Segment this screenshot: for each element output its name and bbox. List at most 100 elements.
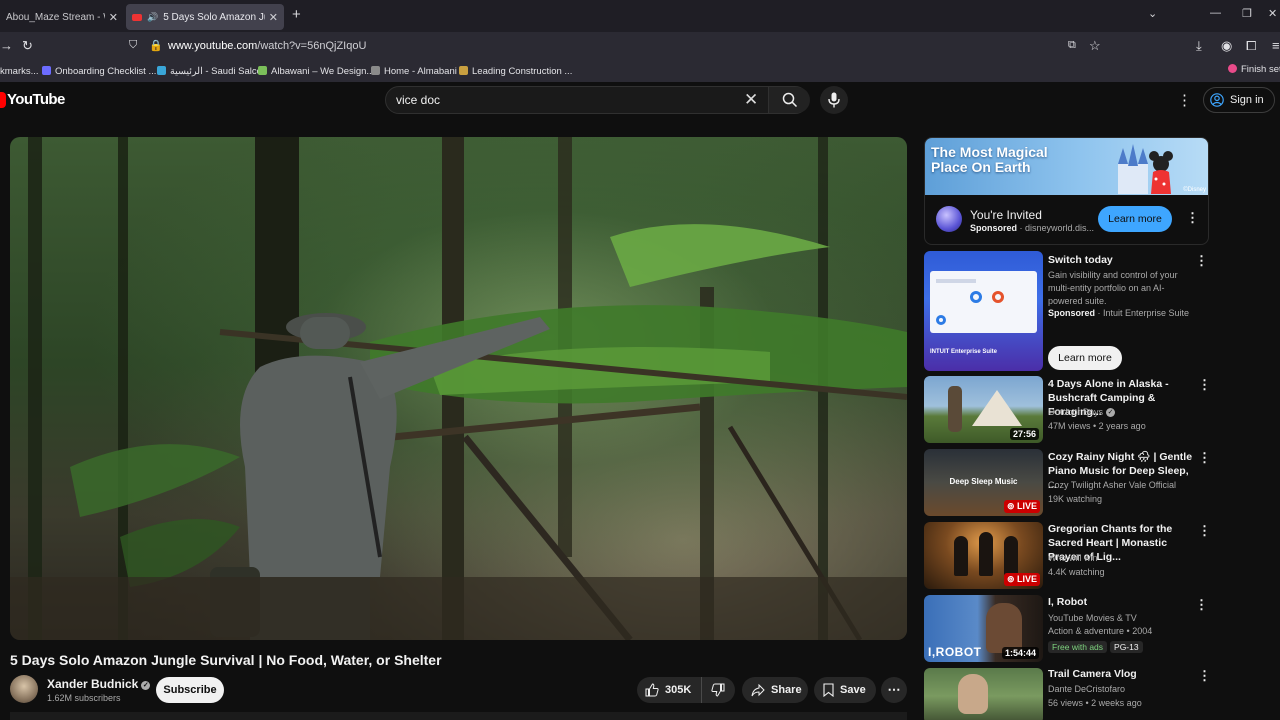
bookmark-item[interactable]: الرئيسية - Saudi Salco (157, 66, 262, 77)
extensions-icon[interactable]: ⧠ (1246, 38, 1256, 54)
video-more-icon[interactable]: ⋮ (1198, 523, 1211, 539)
minimize-icon[interactable]: — (1210, 7, 1221, 19)
picture-in-picture-icon[interactable]: ⧉ (1068, 39, 1076, 52)
close-tab-icon[interactable]: ✕ (269, 11, 278, 24)
channel-avatar[interactable] (10, 675, 38, 703)
subscribe-button[interactable]: Subscribe (156, 677, 224, 703)
channel-link[interactable]: YouTube Movies & TV (1048, 613, 1137, 623)
bookmark-favicon-icon (157, 66, 166, 75)
bookmarks-bar: kmarks... Onboarding Checklist ... الرئي… (0, 60, 1280, 82)
close-tab-icon[interactable]: ✕ (109, 11, 118, 24)
speaker-icon[interactable]: 🔊 (147, 12, 158, 23)
finish-setup-button[interactable]: Finish setu (1228, 64, 1280, 75)
more-actions-button[interactable]: ⋯ (881, 677, 907, 703)
shield-icon[interactable]: ⛉ (129, 39, 137, 52)
actor-face (986, 603, 1022, 653)
tab-abou-maze[interactable]: Abou_Maze Stream - Watch ✕ (0, 4, 124, 30)
advertiser-domain: disneyworld.dis... (1025, 223, 1095, 233)
search-input[interactable] (396, 93, 726, 107)
advertiser-icon (936, 206, 962, 232)
bookmark-favicon-icon (371, 66, 380, 75)
monk-figure (1004, 536, 1018, 576)
channel-link[interactable]: Who will win (1048, 553, 1098, 563)
thumbs-up-icon (645, 683, 659, 697)
save-button[interactable]: Save (814, 677, 876, 703)
youtube-logo[interactable]: YouTube (0, 91, 65, 108)
firefox-icon (1228, 64, 1237, 73)
promo-title[interactable]: Switch today (1048, 253, 1196, 267)
maximize-icon[interactable]: ❐ (1242, 7, 1252, 20)
free-with-ads-badge: Free with ads (1048, 641, 1108, 653)
search-box[interactable]: ✕ (385, 86, 810, 114)
settings-more-icon[interactable]: ⋮ (1177, 91, 1192, 109)
video-thumbnail[interactable]: I,ROBOT 1:54:44 (924, 595, 1043, 662)
ad-more-icon[interactable]: ⋮ (1186, 210, 1199, 226)
bookmark-star-icon[interactable]: ☆ (1089, 38, 1101, 54)
bookmark-item[interactable]: Onboarding Checklist ... (42, 66, 156, 77)
video-title-link[interactable]: Trail Camera Vlog (1048, 667, 1196, 681)
video-more-icon[interactable]: ⋮ (1198, 668, 1211, 684)
list-tabs-chevron-icon[interactable]: ⌄ (1148, 7, 1157, 20)
video-title-link[interactable]: I, Robot (1048, 595, 1196, 609)
channel-link[interactable]: Cozy Twilight Asher Vale Official (1048, 480, 1176, 490)
video-more-icon[interactable]: ⋮ (1195, 597, 1208, 613)
description-box-edge (10, 712, 907, 720)
share-button[interactable]: Share (742, 677, 808, 703)
live-badge: ⊚ LIVE (1003, 500, 1040, 513)
video-thumbnail[interactable]: ⊚ LIVE (924, 522, 1043, 589)
account-icon[interactable]: ◉ (1221, 38, 1232, 54)
sponsored-ad-card[interactable]: The Most Magical Place On Earth ©Disney Y… (924, 137, 1209, 245)
video-more-icon[interactable]: ⋮ (1198, 377, 1211, 393)
dislike-button[interactable] (702, 677, 731, 703)
browser-nav-bar: → ↻ ⛉ 🔒 www.youtube.com/watch?v=56nQjZIq… (0, 32, 1280, 60)
video-meta: 19K watching (1048, 494, 1103, 504)
forward-icon[interactable]: → (0, 38, 13, 53)
voice-search-button[interactable] (820, 86, 848, 114)
ad-title: You're Invited (970, 208, 1042, 222)
lock-icon[interactable]: 🔒 (149, 39, 163, 52)
promo-learn-more-button[interactable]: Learn more (1048, 346, 1122, 370)
bookmark-item[interactable]: Albawani – We Design... (258, 66, 374, 77)
sponsored-label: Sponsored (1048, 308, 1096, 318)
bookmark-label: Home - Almabani (384, 66, 457, 77)
live-label: LIVE (1016, 574, 1037, 584)
channel-name-text: Xander Budnick (47, 677, 139, 691)
rating-badge: PG-13 (1110, 641, 1143, 653)
video-thumbnail[interactable]: Deep Sleep Music ⊚ LIVE (924, 449, 1043, 516)
video-player[interactable] (10, 137, 907, 640)
promo-thumbnail[interactable]: INTUIT Enterprise Suite (924, 251, 1043, 371)
learn-more-button[interactable]: Learn more (1098, 206, 1172, 232)
castle-icon (1118, 144, 1173, 194)
close-window-icon[interactable]: ✕ (1268, 7, 1277, 20)
verified-check-icon: ✓ (141, 681, 151, 690)
monk-figure (979, 532, 993, 576)
tab-label: 5 Days Solo Amazon Jungle (163, 11, 265, 23)
downloads-icon[interactable]: ⤓ (1196, 38, 1202, 54)
availability-tags: Free with ads PG-13 (1048, 641, 1146, 653)
bookmark-item[interactable]: Home - Almabani (371, 66, 457, 77)
channel-link[interactable]: Dante DeCristofaro (1048, 684, 1125, 694)
bookmark-item[interactable]: Leading Construction ... (459, 66, 572, 77)
new-tab-icon[interactable]: + (292, 6, 301, 23)
clear-search-icon[interactable]: ✕ (744, 90, 758, 110)
address-bar[interactable]: www.youtube.com/watch?v=56nQjZIqoU (168, 40, 366, 52)
menu-icon[interactable]: ≡ (1272, 38, 1280, 53)
promo-description: Gain visibility and control of your mult… (1048, 270, 1178, 306)
bookmark-favicon-icon (42, 66, 51, 75)
microphone-icon (828, 92, 840, 108)
video-more-icon[interactable]: ⋮ (1198, 450, 1211, 466)
tab-active-video[interactable]: 🔊 5 Days Solo Amazon Jungle ✕ (126, 4, 284, 30)
sponsored-label: Sponsored (970, 223, 1018, 233)
channel-link[interactable]: Outdoor Boys ✓ (1048, 407, 1116, 417)
like-button[interactable]: 305K (645, 677, 703, 703)
promo-sponsor-line: Sponsored · Intuit Enterprise Suite (1048, 308, 1190, 318)
video-thumbnail[interactable] (924, 668, 1043, 720)
promo-more-icon[interactable]: ⋮ (1195, 253, 1208, 269)
search-button[interactable] (768, 87, 810, 113)
bookmark-item[interactable]: kmarks... (0, 66, 39, 77)
video-thumbnail[interactable]: 27:56 (924, 376, 1043, 443)
reload-icon[interactable]: ↻ (22, 38, 33, 54)
channel-name[interactable]: Xander Budnick ✓ (47, 677, 151, 691)
sign-in-button[interactable]: Sign in (1203, 87, 1275, 113)
subscriber-count: 1.62M subscribers (47, 693, 121, 703)
